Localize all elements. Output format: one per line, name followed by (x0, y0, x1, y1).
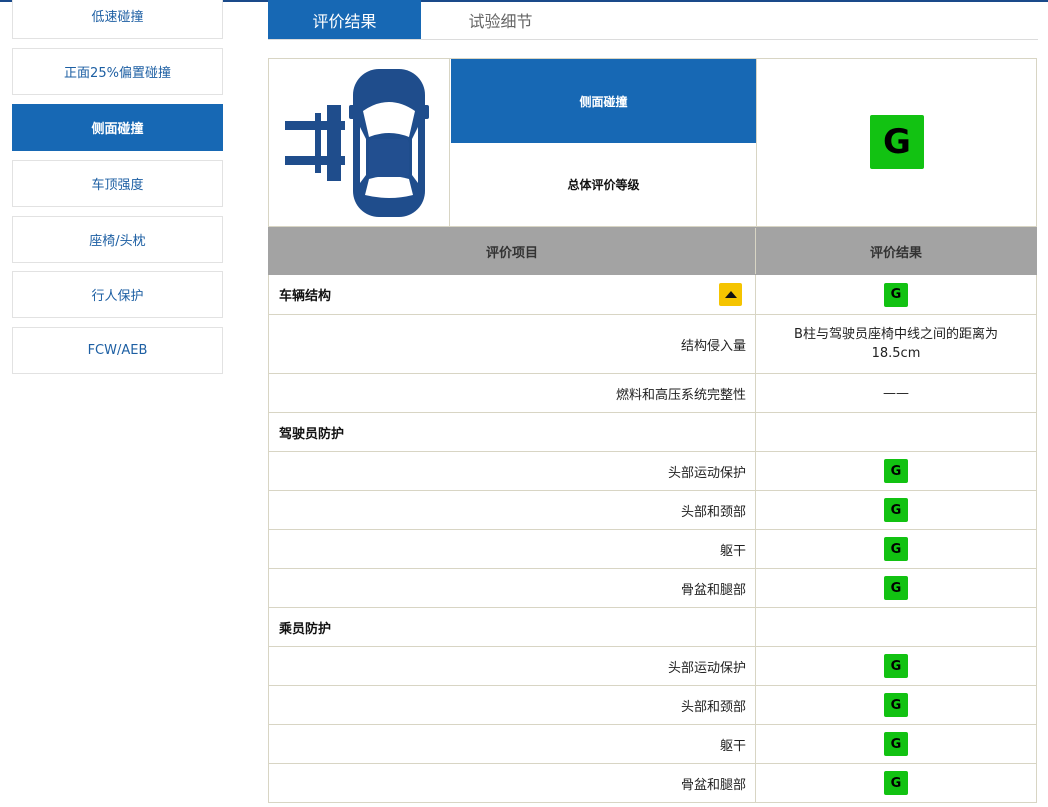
item-label: 头部和颈部 (269, 491, 756, 529)
result-cell (756, 413, 1036, 451)
sidebar-item-roof-strength[interactable]: 车顶强度 (12, 160, 223, 207)
caret-up-icon (724, 291, 737, 298)
summary-panel: 侧面碰撞 总体评价等级 G (268, 58, 1037, 227)
grade-badge: G (884, 732, 908, 756)
group-label: 车辆结构 (269, 275, 756, 314)
result-cell: G (756, 452, 1036, 490)
collapse-toggle-button[interactable] (719, 283, 742, 306)
item-label: 躯干 (269, 725, 756, 763)
sidebar-item-label: 正面25%偏置碰撞 (64, 66, 171, 81)
grade-badge: G (884, 282, 908, 307)
item-label: 躯干 (269, 530, 756, 568)
table-row: 头部和颈部 G (268, 686, 1037, 725)
table-row: 结构侵入量 B柱与驾驶员座椅中线之间的距离为18.5cm (268, 315, 1037, 374)
result-text: B柱与驾驶员座椅中线之间的距离为18.5cm (794, 327, 998, 361)
tab-label: 评价结果 (312, 11, 377, 31)
table-row: 车辆结构 G (268, 275, 1037, 315)
result-cell: G (756, 569, 1036, 607)
table-row: 头部运动保护 G (268, 647, 1037, 686)
sidebar-item-label: 车顶强度 (91, 178, 144, 193)
item-label: 头部运动保护 (269, 452, 756, 490)
sidebar-item-low-speed[interactable]: 低速碰撞 (12, 0, 223, 39)
sidebar-item-label: 座椅/头枕 (89, 234, 146, 249)
sidebar-item-label: FCW/AEB (87, 343, 148, 358)
result-cell: G (756, 725, 1036, 763)
sidebar-item-label: 低速碰撞 (91, 10, 144, 25)
tab-test-details[interactable]: 试验细节 (424, 0, 577, 39)
header-item: 评价项目 (269, 228, 756, 274)
result-text: —— (883, 385, 909, 401)
sidebar-item-label: 行人保护 (91, 289, 144, 304)
sidebar-item-seat-headrest[interactable]: 座椅/头枕 (12, 216, 223, 263)
grade-badge: G (884, 654, 908, 678)
sidebar-item-frontal-25[interactable]: 正面25%偏置碰撞 (12, 48, 223, 95)
group-label: 乘员防护 (269, 608, 756, 646)
sidebar-item-fcw-aeb[interactable]: FCW/AEB (12, 327, 223, 374)
car-diagram-cell (269, 59, 450, 226)
table-row: 躯干 G (268, 725, 1037, 764)
item-label: 燃料和高压系统完整性 (269, 374, 756, 412)
item-label: 头部运动保护 (269, 647, 756, 685)
table-row: 燃料和高压系统完整性 —— (268, 374, 1037, 413)
result-cell: G (756, 275, 1036, 314)
sidebar-item-label: 侧面碰撞 (91, 122, 144, 137)
tab-label: 试验细节 (468, 11, 533, 31)
group-label: 驾驶员防护 (269, 413, 756, 451)
table-row: 躯干 G (268, 530, 1037, 569)
overall-grade-cell: G (756, 59, 1037, 226)
item-label: 结构侵入量 (269, 315, 756, 373)
table-header: 评价项目 评价结果 (268, 227, 1037, 275)
table-row: 骨盆和腿部 G (268, 569, 1037, 608)
result-cell: G (756, 530, 1036, 568)
grade-badge: G (884, 459, 908, 483)
tab-results[interactable]: 评价结果 (268, 0, 421, 39)
result-cell: G (756, 491, 1036, 529)
grade-badge: G (884, 576, 908, 600)
result-cell: G (756, 647, 1036, 685)
side-impact-car-icon (285, 69, 429, 217)
grade-badge: G (884, 693, 908, 717)
sidebar-item-pedestrian[interactable]: 行人保护 (12, 271, 223, 318)
header-result: 评价结果 (869, 245, 922, 261)
result-cell (756, 608, 1036, 646)
table-row: 头部和颈部 G (268, 491, 1037, 530)
item-label: 骨盆和腿部 (269, 569, 756, 607)
result-cell: G (756, 764, 1036, 802)
overall-grade-badge: G (870, 115, 924, 169)
result-tabs: 评价结果 试验细节 (268, 0, 1038, 40)
table-row: 乘员防护 (268, 608, 1037, 647)
sidebar-item-side-impact[interactable]: 侧面碰撞 (12, 104, 223, 151)
grade-badge: G (884, 498, 908, 522)
overall-rating-label: 总体评价等级 (567, 178, 640, 192)
grade-badge: G (884, 771, 908, 795)
item-label: 头部和颈部 (269, 686, 756, 724)
table-row: 头部运动保护 G (268, 452, 1037, 491)
result-cell: G (756, 686, 1036, 724)
table-row: 驾驶员防护 (268, 413, 1037, 452)
table-row: 骨盆和腿部 G (268, 764, 1037, 803)
test-category: 侧面碰撞 (451, 59, 756, 143)
grade-badge: G (884, 537, 908, 561)
item-label: 骨盆和腿部 (269, 764, 756, 802)
